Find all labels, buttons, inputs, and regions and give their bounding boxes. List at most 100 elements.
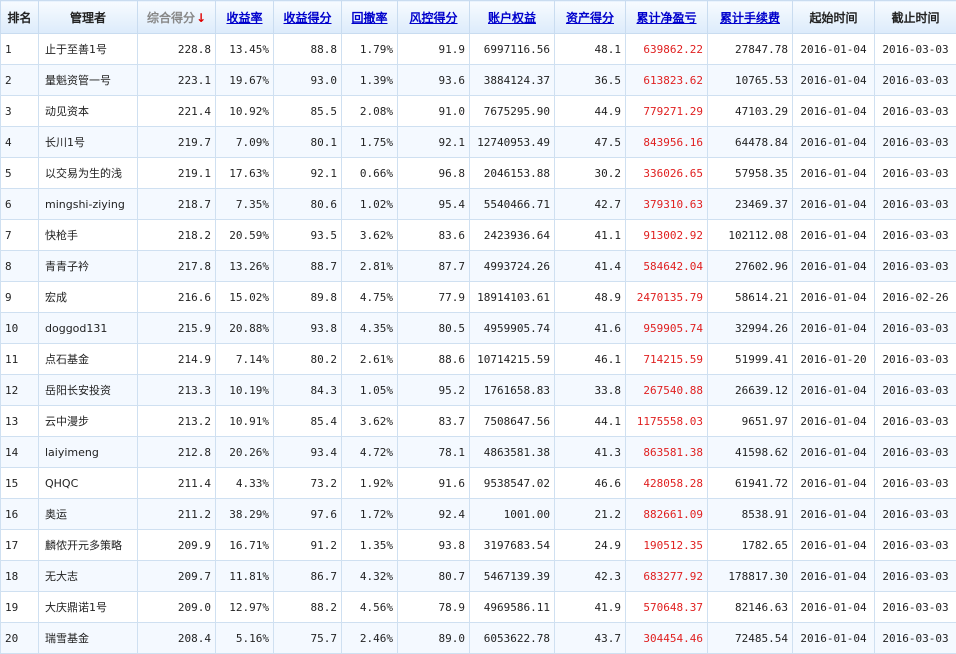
end-date-cell: 2016-03-03: [875, 530, 956, 561]
fees-cell: 32994.26: [708, 313, 793, 344]
total-score-cell: 221.4: [138, 96, 216, 127]
equity-cell: 4969586.11: [470, 592, 555, 623]
table-row: 16奥运211.238.29%97.61.72%92.41001.0021.28…: [1, 499, 956, 530]
fees-cell: 23469.37: [708, 189, 793, 220]
return-score-cell: 93.4: [274, 437, 342, 468]
equity-cell: 4959905.74: [470, 313, 555, 344]
sort-return-score-link[interactable]: 收益得分: [283, 11, 331, 25]
risk-score-cell: 91.9: [398, 34, 470, 65]
header-fees[interactable]: 累计手续费: [708, 1, 793, 34]
table-row: 17麟侬开元多策略209.916.71%91.21.35%93.83197683…: [1, 530, 956, 561]
risk-score-cell: 83.6: [398, 220, 470, 251]
start-date-cell: 2016-01-04: [793, 189, 875, 220]
asset-score-cell: 42.3: [555, 561, 626, 592]
asset-score-cell: 48.1: [555, 34, 626, 65]
start-date-cell: 2016-01-04: [793, 65, 875, 96]
header-asset-score[interactable]: 资产得分: [555, 1, 626, 34]
header-equity[interactable]: 账户权益: [470, 1, 555, 34]
asset-score-cell: 41.1: [555, 220, 626, 251]
start-date-cell: 2016-01-04: [793, 406, 875, 437]
rank-cell: 6: [1, 189, 39, 220]
net-pnl-cell: 843956.16: [626, 127, 708, 158]
total-score-cell: 217.8: [138, 251, 216, 282]
start-date-cell: 2016-01-04: [793, 313, 875, 344]
manager-cell: 云中漫步: [39, 406, 138, 437]
rank-cell: 11: [1, 344, 39, 375]
total-score-cell: 215.9: [138, 313, 216, 344]
header-risk-score[interactable]: 风控得分: [398, 1, 470, 34]
return-score-cell: 85.4: [274, 406, 342, 437]
risk-score-cell: 91.6: [398, 468, 470, 499]
rank-cell: 20: [1, 623, 39, 654]
sort-fees-link[interactable]: 累计手续费: [720, 11, 780, 25]
table-row: 15QHQC211.44.33%73.21.92%91.69538547.024…: [1, 468, 956, 499]
return-score-cell: 84.3: [274, 375, 342, 406]
sort-risk-score-link[interactable]: 风控得分: [409, 11, 457, 25]
start-date-cell: 2016-01-04: [793, 561, 875, 592]
equity-cell: 2423936.64: [470, 220, 555, 251]
sort-equity-link[interactable]: 账户权益: [488, 11, 536, 25]
equity-cell: 12740953.49: [470, 127, 555, 158]
header-return-rate[interactable]: 收益率: [216, 1, 274, 34]
table-row: 13云中漫步213.210.91%85.43.62%83.77508647.56…: [1, 406, 956, 437]
rank-cell: 4: [1, 127, 39, 158]
drawdown-cell: 2.46%: [342, 623, 398, 654]
total-score-cell: 211.4: [138, 468, 216, 499]
total-score-cell: 216.6: [138, 282, 216, 313]
asset-score-cell: 48.9: [555, 282, 626, 313]
equity-cell: 5540466.71: [470, 189, 555, 220]
rank-cell: 2: [1, 65, 39, 96]
return-score-cell: 73.2: [274, 468, 342, 499]
header-drawdown[interactable]: 回撤率: [342, 1, 398, 34]
end-date-cell: 2016-03-03: [875, 623, 956, 654]
equity-cell: 10714215.59: [470, 344, 555, 375]
header-return-score[interactable]: 收益得分: [274, 1, 342, 34]
return-score-cell: 86.7: [274, 561, 342, 592]
end-date-cell: 2016-03-03: [875, 189, 956, 220]
table-row: 8青青子衿217.813.26%88.72.81%87.74993724.264…: [1, 251, 956, 282]
return-score-cell: 97.6: [274, 499, 342, 530]
asset-score-cell: 41.9: [555, 592, 626, 623]
end-date-cell: 2016-03-03: [875, 592, 956, 623]
rank-cell: 10: [1, 313, 39, 344]
sort-return-rate-link[interactable]: 收益率: [226, 11, 262, 25]
return-score-cell: 80.1: [274, 127, 342, 158]
drawdown-cell: 2.61%: [342, 344, 398, 375]
sort-asset-score-link[interactable]: 资产得分: [566, 11, 614, 25]
total-score-cell: 228.8: [138, 34, 216, 65]
manager-cell: 以交易为生的浅: [39, 158, 138, 189]
return-score-cell: 89.8: [274, 282, 342, 313]
risk-score-cell: 95.2: [398, 375, 470, 406]
equity-cell: 3197683.54: [470, 530, 555, 561]
table-row: 3动见资本221.410.92%85.52.08%91.07675295.904…: [1, 96, 956, 127]
manager-cell: laiyimeng: [39, 437, 138, 468]
total-score-cell: 218.2: [138, 220, 216, 251]
manager-cell: doggod131: [39, 313, 138, 344]
total-score-cell: 211.2: [138, 499, 216, 530]
net-pnl-cell: 190512.35: [626, 530, 708, 561]
header-rank: 排名: [1, 1, 39, 34]
return-rate-cell: 7.09%: [216, 127, 274, 158]
risk-score-cell: 93.8: [398, 530, 470, 561]
end-date-cell: 2016-03-03: [875, 499, 956, 530]
drawdown-cell: 4.75%: [342, 282, 398, 313]
return-rate-cell: 17.63%: [216, 158, 274, 189]
sort-drawdown-link[interactable]: 回撤率: [351, 11, 387, 25]
end-date-cell: 2016-03-03: [875, 65, 956, 96]
header-net-pnl[interactable]: 累计净盈亏: [626, 1, 708, 34]
sort-net-pnl-link[interactable]: 累计净盈亏: [636, 11, 696, 25]
sort-total-score-link[interactable]: 综合得分: [147, 11, 195, 25]
risk-score-cell: 78.9: [398, 592, 470, 623]
rank-cell: 9: [1, 282, 39, 313]
header-total-score[interactable]: 综合得分↓: [138, 1, 216, 34]
return-rate-cell: 7.14%: [216, 344, 274, 375]
risk-score-cell: 80.7: [398, 561, 470, 592]
manager-cell: 动见资本: [39, 96, 138, 127]
manager-cell: 无大志: [39, 561, 138, 592]
end-date-cell: 2016-03-03: [875, 344, 956, 375]
equity-cell: 1001.00: [470, 499, 555, 530]
total-score-cell: 209.9: [138, 530, 216, 561]
risk-score-cell: 93.6: [398, 65, 470, 96]
return-rate-cell: 10.92%: [216, 96, 274, 127]
equity-cell: 9538547.02: [470, 468, 555, 499]
